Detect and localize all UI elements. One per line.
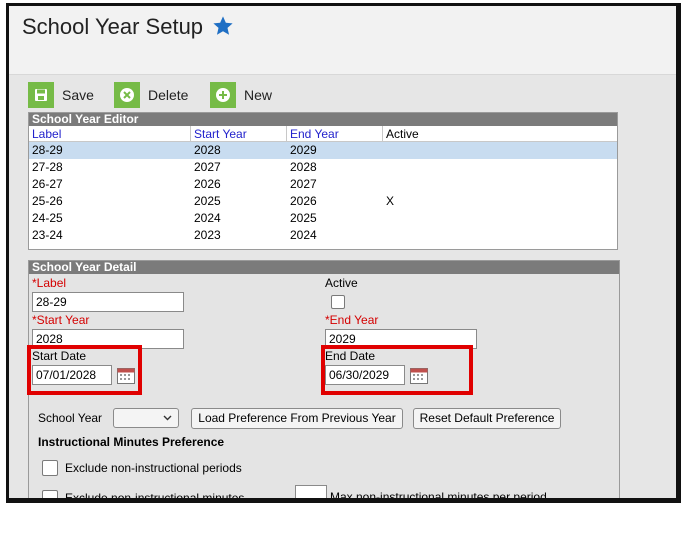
school-year-select[interactable] [113,408,179,428]
exclude-periods-label: Exclude non-instructional periods [65,461,242,475]
load-preference-button[interactable]: Load Preference From Previous Year [191,408,403,429]
page-header: School Year Setup [9,6,676,75]
chevron-down-icon [163,415,172,421]
cell-active [383,142,617,159]
cell-end-year: 2025 [290,211,317,225]
exclude-minutes-label: Exclude non-instructional minutes [65,491,245,503]
cell-end-year: 2027 [290,177,317,191]
cell-start-year: 2025 [194,194,221,208]
detail-title: School Year Detail [29,261,619,274]
max-minutes-label: Max non-instructional minutes per period [330,490,547,503]
instructional-minutes-heading: Instructional Minutes Preference [38,435,225,449]
table-row[interactable]: 28-29 2028 2029 [29,142,617,159]
end-year-caption: *End Year [325,313,379,327]
school-year-caption: School Year [38,411,103,425]
table-row[interactable]: 26-27 2026 2027 [29,176,617,193]
editor-title: School Year Editor [29,113,617,126]
label-input[interactable] [32,292,184,312]
active-caption: Active [325,276,358,290]
new-label: New [244,87,273,103]
max-minutes-input[interactable] [295,485,327,498]
editor-header-row: Label Start Year End Year Active [29,126,617,142]
star-icon[interactable] [212,15,234,37]
cell-start-year: 2026 [194,177,221,191]
table-row[interactable]: 24-25 2024 2025 [29,210,617,227]
cell-active [383,176,617,193]
cell-start-year: 2028 [194,143,221,157]
cell-label: 23-24 [32,228,63,242]
school-year-detail: School Year Detail *Label Active *Start … [27,260,620,503]
col-header-end-year[interactable]: End Year [287,126,383,142]
cell-start-year: 2024 [194,211,221,225]
cell-start-year: 2027 [194,160,221,174]
cell-label: 26-27 [32,177,63,191]
cell-start-year: 2023 [194,228,221,242]
cell-end-year: 2024 [290,228,317,242]
save-button[interactable]: Save [28,81,94,109]
start-year-caption: *Start Year [32,313,90,327]
label-field-caption: *Label [32,276,67,290]
col-header-active: Active [383,126,617,142]
cell-active [383,210,617,227]
delete-icon [114,82,140,108]
cell-label: 27-28 [32,160,63,174]
table-row[interactable]: 25-26 2025 2026 X [29,193,617,210]
plus-icon [210,82,236,108]
col-header-start-year[interactable]: Start Year [191,126,287,142]
reset-default-preference-button[interactable]: Reset Default Preference [413,408,561,429]
save-icon [28,82,54,108]
cell-label: 28-29 [32,143,63,157]
col-header-label[interactable]: Label [29,126,191,142]
save-label: Save [62,87,94,103]
window-frame: School Year Setup Save Delete New School… [6,3,681,503]
delete-button[interactable]: Delete [114,81,188,109]
active-checkbox[interactable] [331,295,345,309]
cell-label: 24-25 [32,211,63,225]
exclude-minutes-checkbox[interactable] [42,490,58,498]
cell-end-year: 2026 [290,194,317,208]
table-row[interactable]: 27-28 2027 2028 [29,159,617,176]
exclude-periods-checkbox[interactable] [42,460,58,476]
cell-label: 25-26 [32,194,63,208]
cell-active [383,159,617,176]
start-date-highlight [27,345,142,395]
cell-end-year: 2028 [290,160,317,174]
delete-label: Delete [148,87,189,103]
school-year-editor: School Year Editor Label Start Year End … [28,112,618,250]
table-row[interactable]: 23-24 2023 2024 [29,227,617,244]
page-title: School Year Setup [22,14,204,39]
cell-end-year: 2029 [290,143,317,157]
end-date-highlight [321,345,473,395]
new-button[interactable]: New [210,81,272,109]
cell-active [383,227,617,244]
cell-active: X [386,194,395,208]
